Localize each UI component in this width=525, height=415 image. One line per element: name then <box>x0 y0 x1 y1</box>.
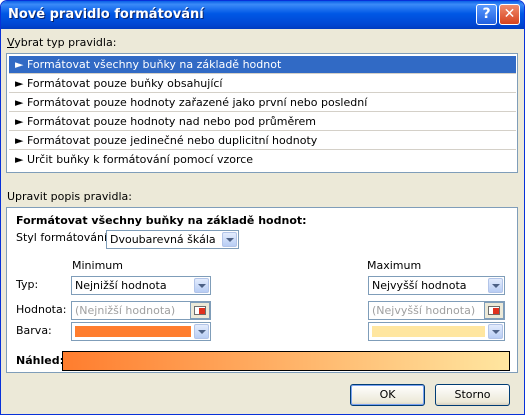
max-value-input[interactable]: (Nejvyšší hodnota) <box>368 301 505 320</box>
min-type-select[interactable]: Nejnižší hodnota <box>71 276 211 295</box>
max-type-select[interactable]: Nejvyšší hodnota <box>368 276 505 295</box>
min-type-value: Nejnižší hodnota <box>75 279 167 292</box>
value-label: Hodnota: <box>16 303 67 316</box>
format-style-select[interactable]: Dvoubarevná škála <box>106 230 239 249</box>
rule-type-item-unique-duplicate[interactable]: ► Formátovat pouze jedinečné nebo duplic… <box>9 132 516 150</box>
min-value-input[interactable]: (Nejnižší hodnota) <box>71 301 211 320</box>
rule-type-item-top-bottom[interactable]: ► Formátovat pouze hodnoty zařazené jako… <box>9 94 516 112</box>
title-bar[interactable]: Nové pravidlo formátování ? ✕ <box>1 1 524 29</box>
max-type-value: Nejvyšší hodnota <box>372 279 467 292</box>
max-color-swatch <box>372 326 485 337</box>
ok-button[interactable]: OK <box>350 384 425 406</box>
minimum-header: Minimum <box>72 259 123 272</box>
min-color-select[interactable] <box>71 322 211 341</box>
chevron-down-icon[interactable] <box>222 232 237 247</box>
min-color-swatch <box>75 326 191 337</box>
rule-description-panel: Formátovat všechny buňky na základě hodn… <box>6 207 518 373</box>
rule-type-label: Vybrat typ pravidla: <box>7 36 117 49</box>
rule-type-item-formula[interactable]: ► Určit buňky k formátování pomocí vzorc… <box>9 151 516 169</box>
color-label: Barva: <box>16 324 52 337</box>
rule-type-item-above-below-average[interactable]: ► Formátovat pouze hodnoty nad nebo pod … <box>9 113 516 131</box>
preview-gradient <box>62 351 510 371</box>
preview-label: Náhled: <box>16 354 64 367</box>
chevron-down-icon[interactable] <box>488 278 503 293</box>
cancel-button[interactable]: Storno <box>435 384 510 406</box>
range-picker-icon[interactable] <box>484 302 504 319</box>
description-heading: Formátovat všechny buňky na základě hodn… <box>16 214 307 227</box>
range-picker-icon[interactable] <box>190 302 210 319</box>
close-icon[interactable]: ✕ <box>499 4 520 25</box>
min-value-placeholder: (Nejnižší hodnota) <box>75 304 176 317</box>
rule-type-item-all-cells[interactable]: ► Formátovat všechny buňky na základě ho… <box>9 56 516 74</box>
format-style-label: Styl formátování: <box>16 231 111 244</box>
rule-type-item-cells-containing[interactable]: ► Formátovat pouze buňky obsahující <box>9 75 516 93</box>
chevron-down-icon[interactable] <box>194 324 209 339</box>
new-formatting-rule-dialog: Nové pravidlo formátování ? ✕ Vybrat typ… <box>0 0 525 415</box>
format-style-value: Dvoubarevná škála <box>110 233 216 246</box>
maximum-header: Maximum <box>367 259 422 272</box>
type-label: Typ: <box>16 278 39 291</box>
help-icon[interactable]: ? <box>476 4 497 25</box>
rule-description-label: Upravit popis pravidla: <box>7 190 132 203</box>
rule-type-list[interactable]: ► Formátovat všechny buňky na základě ho… <box>6 53 518 173</box>
chevron-down-icon[interactable] <box>194 278 209 293</box>
max-value-placeholder: (Nejvyšší hodnota) <box>372 304 476 317</box>
max-color-select[interactable] <box>368 322 505 341</box>
dialog-title: Nové pravidlo formátování <box>8 7 204 22</box>
chevron-down-icon[interactable] <box>488 324 503 339</box>
